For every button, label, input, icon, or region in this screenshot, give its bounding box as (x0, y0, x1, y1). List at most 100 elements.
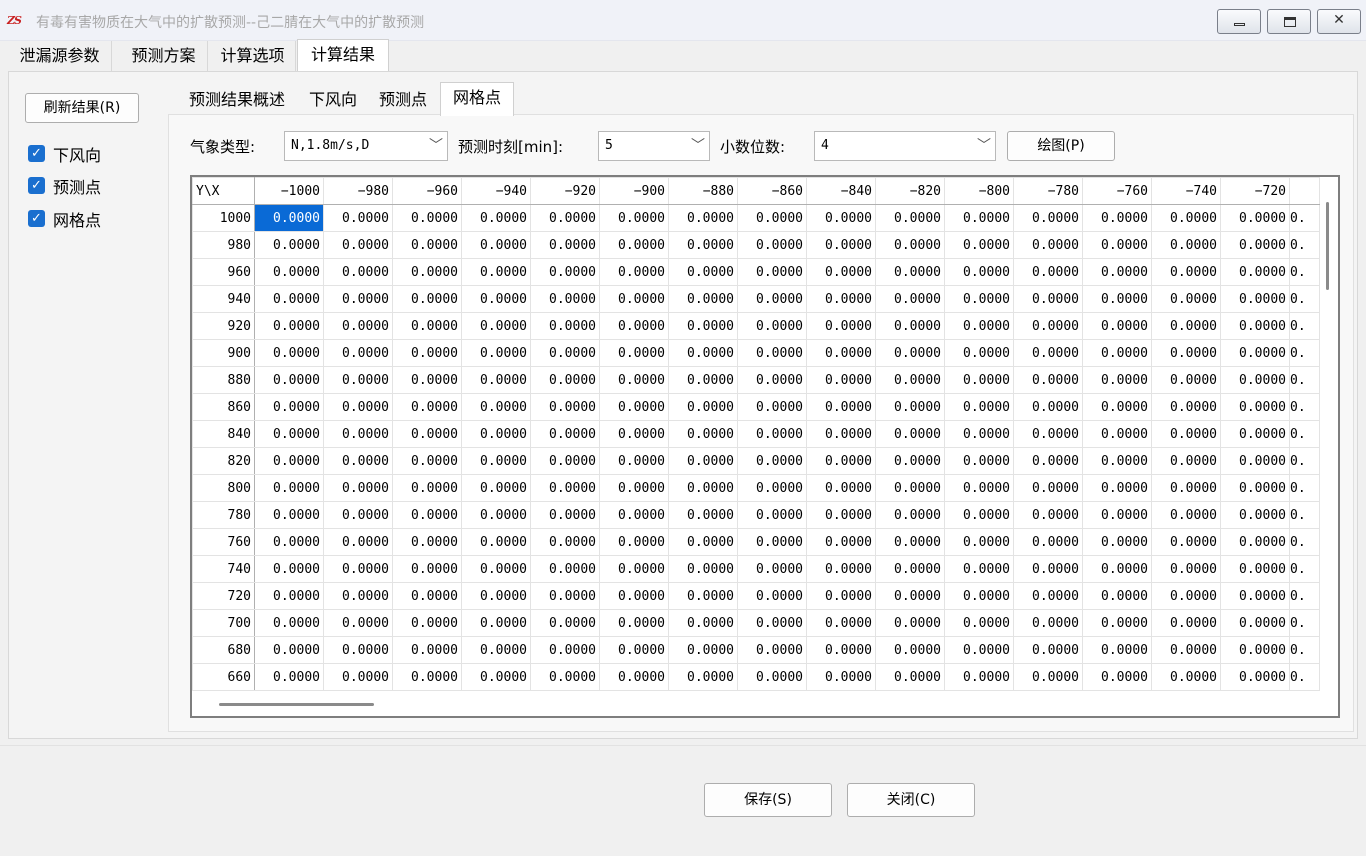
grid-cell[interactable]: 0.0000 (1082, 339, 1152, 367)
grid-cell[interactable]: 0.0000 (392, 663, 462, 691)
grid-cell[interactable]: 0.0000 (599, 285, 669, 313)
grid-cell[interactable]: 0.0000 (1151, 447, 1221, 475)
grid-cell[interactable]: 0.0000 (668, 420, 738, 448)
grid-cell[interactable]: 0.0000 (806, 366, 876, 394)
grid-cell[interactable]: 0.0000 (806, 231, 876, 259)
grid-cell[interactable]: 0.0000 (737, 582, 807, 610)
tab-calc-options[interactable]: 计算选项 (210, 41, 296, 71)
grid-cell[interactable]: 0.0000 (668, 258, 738, 286)
grid-cell[interactable]: 0.0000 (530, 420, 600, 448)
grid-cell[interactable]: 0.0000 (668, 474, 738, 502)
grid-cell[interactable]: 0.0000 (668, 636, 738, 664)
save-button[interactable]: 保存(S) (704, 783, 832, 817)
grid-cell[interactable]: 0.0000 (461, 474, 531, 502)
grid-cell[interactable]: 0.0000 (668, 312, 738, 340)
grid-cell[interactable]: 0.0000 (1082, 555, 1152, 583)
grid-cell[interactable]: 0.0000 (1220, 582, 1290, 610)
grid-cell[interactable]: 0.0000 (875, 312, 945, 340)
grid-cell[interactable]: 0.0000 (599, 447, 669, 475)
grid-cell[interactable]: 0.0000 (806, 636, 876, 664)
grid-cell[interactable]: 0.0000 (1220, 528, 1290, 556)
grid-cell[interactable]: 0.0000 (806, 555, 876, 583)
grid-cell[interactable]: 0. (1289, 582, 1320, 610)
grid-cell[interactable]: 0.0000 (806, 474, 876, 502)
grid-cell[interactable]: 0.0000 (1082, 258, 1152, 286)
grid-cell[interactable]: 0.0000 (668, 204, 738, 232)
grid-cell[interactable]: 0.0000 (530, 231, 600, 259)
grid-cell[interactable]: 0.0000 (599, 609, 669, 637)
grid-cell[interactable]: 0.0000 (875, 339, 945, 367)
subtab-downwind[interactable]: 下风向 (300, 85, 366, 115)
grid-cell[interactable]: 0.0000 (254, 420, 324, 448)
grid-cell[interactable]: 0.0000 (944, 474, 1014, 502)
grid-cell[interactable]: 0.0000 (944, 609, 1014, 637)
grid-cell[interactable]: 0.0000 (875, 636, 945, 664)
grid-cell[interactable]: 0.0000 (806, 285, 876, 313)
grid-cell[interactable]: 0.0000 (1013, 393, 1083, 421)
grid-cell[interactable]: 0.0000 (254, 231, 324, 259)
grid-cell[interactable]: 0.0000 (1220, 366, 1290, 394)
grid-cell[interactable]: 0.0000 (875, 285, 945, 313)
grid-cell[interactable]: 0.0000 (1082, 528, 1152, 556)
grid-cell[interactable]: 0.0000 (1082, 636, 1152, 664)
grid-cell[interactable]: 0.0000 (392, 501, 462, 529)
grid-cell[interactable]: 0.0000 (1013, 231, 1083, 259)
grid-cell[interactable]: 0. (1289, 420, 1320, 448)
grid-cell[interactable]: 0.0000 (737, 231, 807, 259)
grid-cell[interactable]: 0. (1289, 339, 1320, 367)
grid-cell[interactable]: 0.0000 (461, 663, 531, 691)
grid-cell[interactable]: 0.0000 (875, 366, 945, 394)
grid-cell[interactable]: 0.0000 (1013, 258, 1083, 286)
grid-cell[interactable]: 0.0000 (1151, 312, 1221, 340)
grid-cell[interactable]: 0. (1289, 204, 1320, 232)
grid-cell[interactable]: 0.0000 (323, 528, 393, 556)
grid-cell[interactable]: 0.0000 (1151, 636, 1221, 664)
grid-cell[interactable]: 0.0000 (1220, 285, 1290, 313)
grid-cell[interactable]: 0. (1289, 528, 1320, 556)
grid-cell[interactable]: 0.0000 (530, 636, 600, 664)
grid-cell[interactable]: 0.0000 (530, 258, 600, 286)
grid-cell[interactable]: 0.0000 (1082, 609, 1152, 637)
subtab-overview[interactable]: 预测结果概述 (178, 85, 296, 115)
grid-cell[interactable]: 0.0000 (254, 609, 324, 637)
grid-cell[interactable]: 0.0000 (944, 285, 1014, 313)
grid-cell[interactable]: 0.0000 (392, 474, 462, 502)
grid-cell[interactable]: 0.0000 (1220, 312, 1290, 340)
grid-cell[interactable]: 0.0000 (875, 663, 945, 691)
grid-cell[interactable]: 0.0000 (1151, 204, 1221, 232)
grid-cell[interactable]: 0.0000 (944, 204, 1014, 232)
grid-cell[interactable]: 0.0000 (1220, 258, 1290, 286)
grid-cell[interactable]: 0.0000 (392, 555, 462, 583)
grid-cell[interactable]: 0.0000 (1013, 204, 1083, 232)
grid-cell[interactable]: 0. (1289, 312, 1320, 340)
subtab-prediction-points[interactable]: 预测点 (370, 85, 436, 115)
refresh-results-button[interactable]: 刷新结果(R) (25, 93, 139, 123)
grid-cell[interactable]: 0.0000 (323, 609, 393, 637)
grid-cell[interactable]: 0.0000 (875, 528, 945, 556)
grid-cell[interactable]: 0.0000 (530, 555, 600, 583)
decimal-places-select[interactable]: 4 ﹀ (814, 131, 996, 161)
grid-cell[interactable]: 0.0000 (254, 582, 324, 610)
grid-cell[interactable]: 0.0000 (254, 258, 324, 286)
grid-cell[interactable]: 0.0000 (323, 582, 393, 610)
grid-cell[interactable]: 0.0000 (737, 501, 807, 529)
grid-cell[interactable]: 0.0000 (1082, 312, 1152, 340)
grid-cell[interactable]: 0.0000 (875, 258, 945, 286)
grid-cell[interactable]: 0.0000 (530, 339, 600, 367)
grid-cell[interactable]: 0.0000 (392, 366, 462, 394)
grid-cell[interactable]: 0.0000 (254, 636, 324, 664)
grid-cell[interactable]: 0.0000 (1013, 582, 1083, 610)
grid-cell[interactable]: 0.0000 (530, 609, 600, 637)
grid-cell[interactable]: 0.0000 (1082, 393, 1152, 421)
grid-cell[interactable]: 0.0000 (1220, 393, 1290, 421)
grid-cell[interactable]: 0.0000 (1151, 339, 1221, 367)
grid-cell[interactable]: 0.0000 (944, 636, 1014, 664)
grid-cell[interactable]: 0.0000 (1013, 339, 1083, 367)
grid-cell[interactable]: 0.0000 (1220, 663, 1290, 691)
grid-cell[interactable]: 0.0000 (1082, 285, 1152, 313)
grid-cell[interactable]: 0.0000 (599, 528, 669, 556)
grid-cell[interactable]: 0.0000 (806, 447, 876, 475)
grid-cell[interactable]: 0.0000 (1220, 420, 1290, 448)
grid-cell[interactable]: 0.0000 (1082, 420, 1152, 448)
grid-cell[interactable]: 0.0000 (1013, 528, 1083, 556)
